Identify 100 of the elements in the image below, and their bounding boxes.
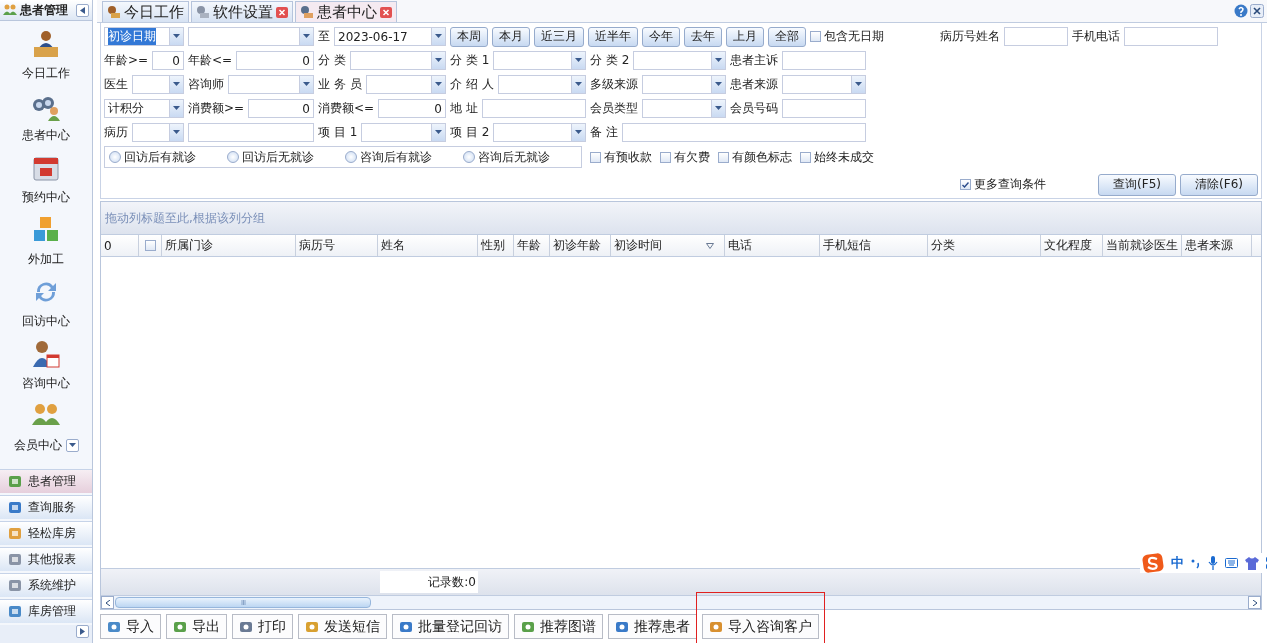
module-label[interactable]: 今日工作: [22, 65, 70, 82]
dropdown-field[interactable]: [365, 75, 446, 94]
column-header[interactable]: 患者来源: [1182, 235, 1252, 256]
dropdown-field[interactable]: [228, 75, 314, 94]
column-header[interactable]: 手机短信: [820, 235, 928, 256]
dropdown-field[interactable]: [642, 75, 726, 94]
period-button[interactable]: 本周: [450, 26, 488, 47]
module-label[interactable]: 外加工: [28, 251, 64, 268]
column-header[interactable]: 分类: [928, 235, 1041, 256]
dropdown-field[interactable]: 计积分: [104, 99, 184, 118]
column-header[interactable]: 0: [101, 235, 139, 256]
module-label[interactable]: 患者中心: [22, 127, 70, 144]
period-button[interactable]: 近三月: [534, 26, 584, 47]
dropdown-button[interactable]: [169, 124, 183, 141]
radio-button[interactable]: [345, 151, 357, 163]
dropdown-button[interactable]: [431, 76, 445, 93]
dropdown-field[interactable]: [132, 75, 184, 94]
column-header[interactable]: 病历号: [296, 235, 378, 256]
period-button[interactable]: 近半年: [588, 26, 638, 47]
checkbox[interactable]: [144, 240, 156, 251]
module-label[interactable]: 回访中心: [22, 313, 70, 330]
period-button[interactable]: 去年: [684, 26, 722, 47]
period-button[interactable]: 全部: [768, 26, 806, 47]
radio-button[interactable]: [463, 151, 475, 163]
dropdown-button[interactable]: [711, 76, 725, 93]
punctuation-icon[interactable]: [1191, 557, 1201, 569]
date-field[interactable]: 2023-06-17: [334, 27, 446, 46]
checkbox[interactable]: [960, 179, 971, 190]
period-button[interactable]: 本月: [492, 26, 530, 47]
period-button[interactable]: 今年: [642, 26, 680, 47]
dropdown-field[interactable]: [633, 51, 726, 70]
toolbar-button[interactable]: 导出: [166, 614, 227, 639]
toolbar-button[interactable]: 导入: [100, 614, 161, 639]
dropdown-button[interactable]: [431, 52, 445, 69]
filter-icon[interactable]: [706, 242, 714, 249]
checkbox[interactable]: [800, 152, 811, 163]
toolbar-button[interactable]: 批量登记回访: [392, 614, 509, 639]
number-field[interactable]: 0: [236, 51, 314, 70]
dropdown-button[interactable]: [169, 100, 183, 117]
scroll-down-button[interactable]: [65, 439, 79, 452]
scrollbar-thumb[interactable]: [115, 597, 371, 608]
dropdown-button[interactable]: [711, 100, 725, 117]
column-header[interactable]: 所属门诊: [162, 235, 296, 256]
dropdown-field[interactable]: [188, 27, 314, 46]
number-field[interactable]: 0: [378, 99, 446, 118]
column-header[interactable]: 姓名: [378, 235, 478, 256]
action-button[interactable]: 查询(F5): [1098, 173, 1176, 196]
dropdown-field[interactable]: [642, 99, 726, 118]
dropdown-button[interactable]: [431, 28, 445, 45]
period-button[interactable]: 上月: [726, 26, 764, 47]
dropdown-button[interactable]: [711, 52, 725, 69]
dropdown-button[interactable]: [431, 124, 445, 141]
dropdown-field[interactable]: [132, 123, 184, 142]
nav-section[interactable]: 其他报表: [0, 547, 92, 571]
input-field[interactable]: [1004, 27, 1068, 46]
dropdown-field[interactable]: [782, 75, 866, 94]
shirt-icon[interactable]: [1245, 556, 1259, 570]
scroll-left-button[interactable]: [101, 596, 114, 609]
number-field[interactable]: 0: [248, 99, 314, 118]
keyboard-icon[interactable]: [1225, 558, 1238, 568]
column-header[interactable]: 文化程度: [1041, 235, 1103, 256]
nav-section[interactable]: 轻松库房: [0, 521, 92, 545]
nav-section[interactable]: 查询服务: [0, 495, 92, 519]
dropdown-field[interactable]: 初诊日期: [104, 27, 184, 46]
dropdown-field[interactable]: [493, 123, 586, 142]
toolbar-button[interactable]: 推荐患者: [608, 614, 697, 639]
dropdown-field[interactable]: [349, 51, 446, 70]
toolbar-button[interactable]: 发送短信: [298, 614, 387, 639]
dropdown-field[interactable]: [493, 51, 586, 70]
dropdown-button[interactable]: [571, 76, 585, 93]
toolbar-button[interactable]: 导入咨询客户: [702, 614, 819, 639]
close-icon[interactable]: [380, 6, 392, 18]
radio-button[interactable]: [109, 151, 121, 163]
checkbox[interactable]: [590, 152, 601, 163]
nav-section[interactable]: 库房管理: [0, 599, 92, 623]
close-icon[interactable]: [276, 6, 288, 18]
dropdown-button[interactable]: [299, 28, 313, 45]
dropdown-button[interactable]: [571, 52, 585, 69]
input-field[interactable]: [782, 51, 866, 70]
radio-button[interactable]: [227, 151, 239, 163]
tab[interactable]: 软件设置: [191, 1, 293, 22]
scroll-right-button[interactable]: [1248, 596, 1261, 609]
input-mode-label[interactable]: 中: [1171, 554, 1184, 572]
expand-button[interactable]: [76, 625, 89, 638]
dropdown-field[interactable]: [361, 123, 446, 142]
tab[interactable]: 患者中心: [295, 1, 397, 22]
column-header[interactable]: 初诊年龄: [550, 235, 611, 256]
column-header[interactable]: 当前就诊医生: [1103, 235, 1182, 256]
dropdown-button[interactable]: [169, 28, 183, 45]
dropdown-button[interactable]: [851, 76, 865, 93]
checkbox[interactable]: [660, 152, 671, 163]
close-icon[interactable]: [1250, 4, 1264, 18]
nav-section[interactable]: 系统维护: [0, 573, 92, 597]
dropdown-button[interactable]: [169, 76, 183, 93]
input-field[interactable]: [188, 123, 314, 142]
nav-section[interactable]: 患者管理: [0, 469, 92, 493]
module-label[interactable]: 咨询中心: [22, 375, 70, 392]
collapse-button[interactable]: [76, 3, 89, 17]
toolbar-button[interactable]: 推荐图谱: [514, 614, 603, 639]
checkbox[interactable]: [718, 152, 729, 163]
